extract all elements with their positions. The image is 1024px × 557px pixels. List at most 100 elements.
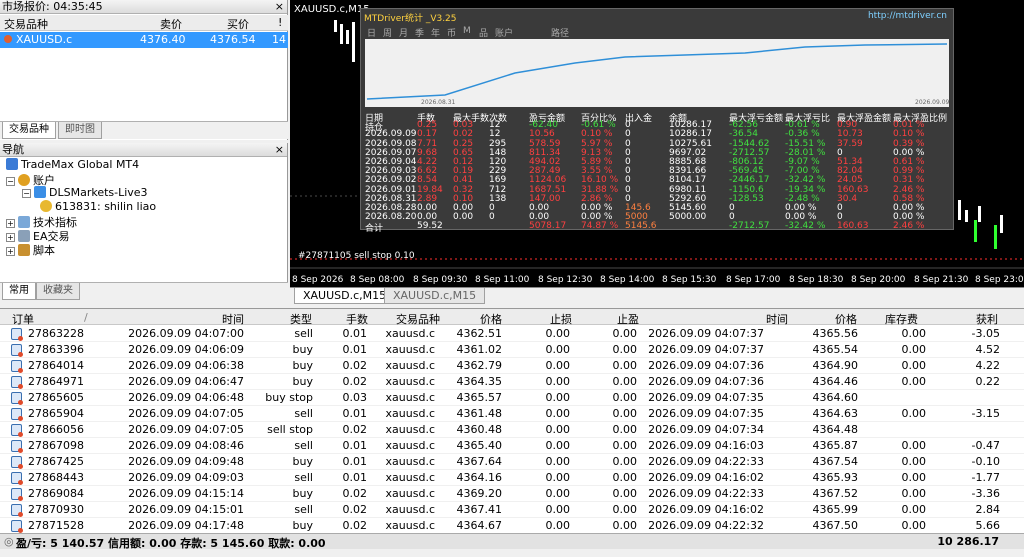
filter-currency[interactable]: 币 (447, 26, 456, 39)
lots: 0.02 (342, 359, 368, 372)
tab-chart-2[interactable]: XAUUSD.c,M15 (384, 288, 486, 304)
filter-magic[interactable]: M (463, 26, 471, 36)
close-time: 2026.09.09 04:07:34 (648, 423, 764, 436)
order-icon (11, 408, 23, 421)
take-profit: 0.00 (612, 439, 638, 452)
expand-icon[interactable]: + (6, 233, 15, 242)
period-week[interactable]: 周 (383, 26, 392, 39)
col-swap[interactable]: 库存费 (885, 311, 918, 327)
filter-symbol[interactable]: 品 (479, 26, 488, 39)
table-row[interactable]: 27869084 2026.09.09 04:15:14 buy 0.02 xauusd… (0, 486, 1024, 502)
tab-chart-1[interactable]: XAUUSD.c,M15 (294, 288, 396, 304)
col-type[interactable]: 类型 (290, 311, 312, 327)
close-icon[interactable]: × (275, 143, 284, 157)
table-row[interactable]: 27863228 2026.09.09 04:07:00 sell 0.01 xauus… (0, 326, 1024, 342)
close-price: 4365.99 (812, 503, 859, 516)
table-row[interactable]: 27864971 2026.09.09 04:06:47 buy 0.02 xauusd… (0, 374, 1024, 390)
period-year[interactable]: 年 (431, 26, 440, 39)
table-row[interactable]: 27867098 2026.09.09 04:08:46 sell 0.01 xauus… (0, 438, 1024, 454)
profit: 0.22 (975, 375, 1001, 388)
expand-icon[interactable]: + (6, 219, 15, 228)
order-id: 27869084 (28, 487, 84, 500)
order-icon (11, 344, 23, 357)
close-price: 4367.54 (812, 455, 859, 468)
table-row[interactable]: 27871528 2026.09.09 04:17:48 buy 0.02 xauusd… (0, 518, 1024, 534)
period-day[interactable]: 日 (367, 26, 376, 39)
expand-icon[interactable]: + (6, 247, 15, 256)
period-quarter[interactable]: 季 (415, 26, 424, 39)
col-profit[interactable]: 获利 (976, 311, 998, 327)
tab-tick-chart[interactable]: 即时图 (58, 122, 102, 139)
swap: 0.00 (901, 407, 927, 420)
col-open-time[interactable]: 时间 (222, 311, 244, 327)
col-tp[interactable]: 止盈 (617, 311, 639, 327)
ask-price: 4376.54 (210, 33, 256, 46)
nav-item-account[interactable]: 613831: shilin liao (40, 200, 156, 213)
col-symbol[interactable]: 交易品种 (396, 311, 440, 327)
col-close-price[interactable]: 价格 (835, 311, 857, 327)
table-row[interactable]: 27863396 2026.09.09 04:06:09 buy 0.01 xauusd… (0, 342, 1024, 358)
swap: 0.00 (901, 327, 927, 340)
close-price: 4364.46 (812, 375, 859, 388)
order-type: buy (292, 343, 313, 356)
table-row[interactable]: 27865904 2026.09.09 04:07:05 sell 0.01 xauus… (0, 406, 1024, 422)
lots: 0.02 (342, 423, 368, 436)
table-row[interactable]: 27868443 2026.09.09 04:09:03 sell 0.01 xauus… (0, 470, 1024, 486)
period-month[interactable]: 月 (399, 26, 408, 39)
col-sl[interactable]: 止损 (550, 311, 572, 327)
symbol-row[interactable]: XAUUSD.c 4376.40 4376.54 14 (0, 32, 288, 48)
nav-item-server[interactable]: − DLSMarkets-Live3 (22, 186, 148, 199)
mtdriver-link[interactable]: http://mtdriver.cn (868, 11, 947, 21)
open-price: 4367.64 (456, 455, 503, 468)
table-row[interactable]: 27865605 2026.09.09 04:06:48 buy stop 0.03 x… (0, 390, 1024, 406)
close-price: 4367.52 (812, 487, 859, 500)
table-row[interactable]: 27866056 2026.09.09 04:07:05 sell stop 0.02… (0, 422, 1024, 438)
nav-item-broker[interactable]: TradeMax Global MT4 (6, 158, 139, 171)
price-chart[interactable]: XAUUSD.c,M15 #27871105 sell stop 0.10 8 … (290, 0, 1024, 287)
stats-cell: 5000.00 (669, 212, 707, 223)
x-tick: 8 Sep 17:00 (726, 275, 781, 285)
symbol: xauusd.c (385, 487, 435, 500)
symbol-name: XAUUSD.c (16, 33, 73, 46)
table-row[interactable]: 27867425 2026.09.09 04:09:48 buy 0.01 xauusd… (0, 454, 1024, 470)
path-button[interactable]: 路径 (551, 26, 569, 39)
stop-loss: 0.00 (545, 359, 571, 372)
nav-item-scripts[interactable]: + 脚本 (6, 242, 55, 258)
x-tick: 8 Sep 14:00 (600, 275, 655, 285)
filter-account[interactable]: 账户 (495, 26, 513, 39)
sort-icon[interactable]: / (84, 311, 88, 324)
tab-favorites[interactable]: 收藏夹 (36, 283, 80, 300)
collapse-icon[interactable]: − (22, 189, 31, 198)
graph-start-date: 2026.08.31 (421, 99, 456, 106)
navigator-panel: 导航 × TradeMax Global MT4 − 账户 − DLSMarkets… (0, 143, 288, 300)
col-order[interactable]: 订单 (12, 311, 34, 327)
col-symbol[interactable]: 交易品种 (4, 16, 48, 32)
orders-header: 订单 / 时间 类型 手数 交易品种 价格 止损 止盈 时间 价格 库存费 获利 (0, 309, 1024, 327)
close-price: 4367.50 (812, 519, 859, 532)
tab-common[interactable]: 常用 (2, 283, 36, 300)
close-icon[interactable]: × (275, 0, 284, 14)
col-open-price[interactable]: 价格 (480, 311, 502, 327)
symbol: xauusd.c (385, 423, 435, 436)
col-bid[interactable]: 卖价 (160, 16, 182, 32)
col-ask[interactable]: 买价 (227, 16, 249, 32)
table-row[interactable]: 27864014 2026.09.09 04:06:38 buy 0.02 xauusd… (0, 358, 1024, 374)
symbol: xauusd.c (385, 343, 435, 356)
open-time: 2026.09.09 04:09:03 (128, 471, 244, 484)
take-profit: 0.00 (612, 375, 638, 388)
col-close-time[interactable]: 时间 (766, 311, 788, 327)
take-profit: 0.00 (612, 487, 638, 500)
col-spread[interactable]: ! (278, 16, 282, 29)
order-type: buy (292, 455, 313, 468)
collapse-icon[interactable]: − (6, 177, 15, 186)
close-price: 4365.87 (812, 439, 859, 452)
table-row[interactable]: 27870930 2026.09.09 04:15:01 sell 0.02 xauus… (0, 502, 1024, 518)
take-profit: 0.00 (612, 407, 638, 420)
order-id: 27867425 (28, 455, 84, 468)
col-lots[interactable]: 手数 (346, 311, 368, 327)
order-type: sell (294, 327, 313, 340)
tab-symbols[interactable]: 交易品种 (2, 122, 56, 139)
order-id: 27863396 (28, 343, 84, 356)
close-price: 4365.93 (812, 471, 859, 484)
stop-loss: 0.00 (545, 471, 571, 484)
